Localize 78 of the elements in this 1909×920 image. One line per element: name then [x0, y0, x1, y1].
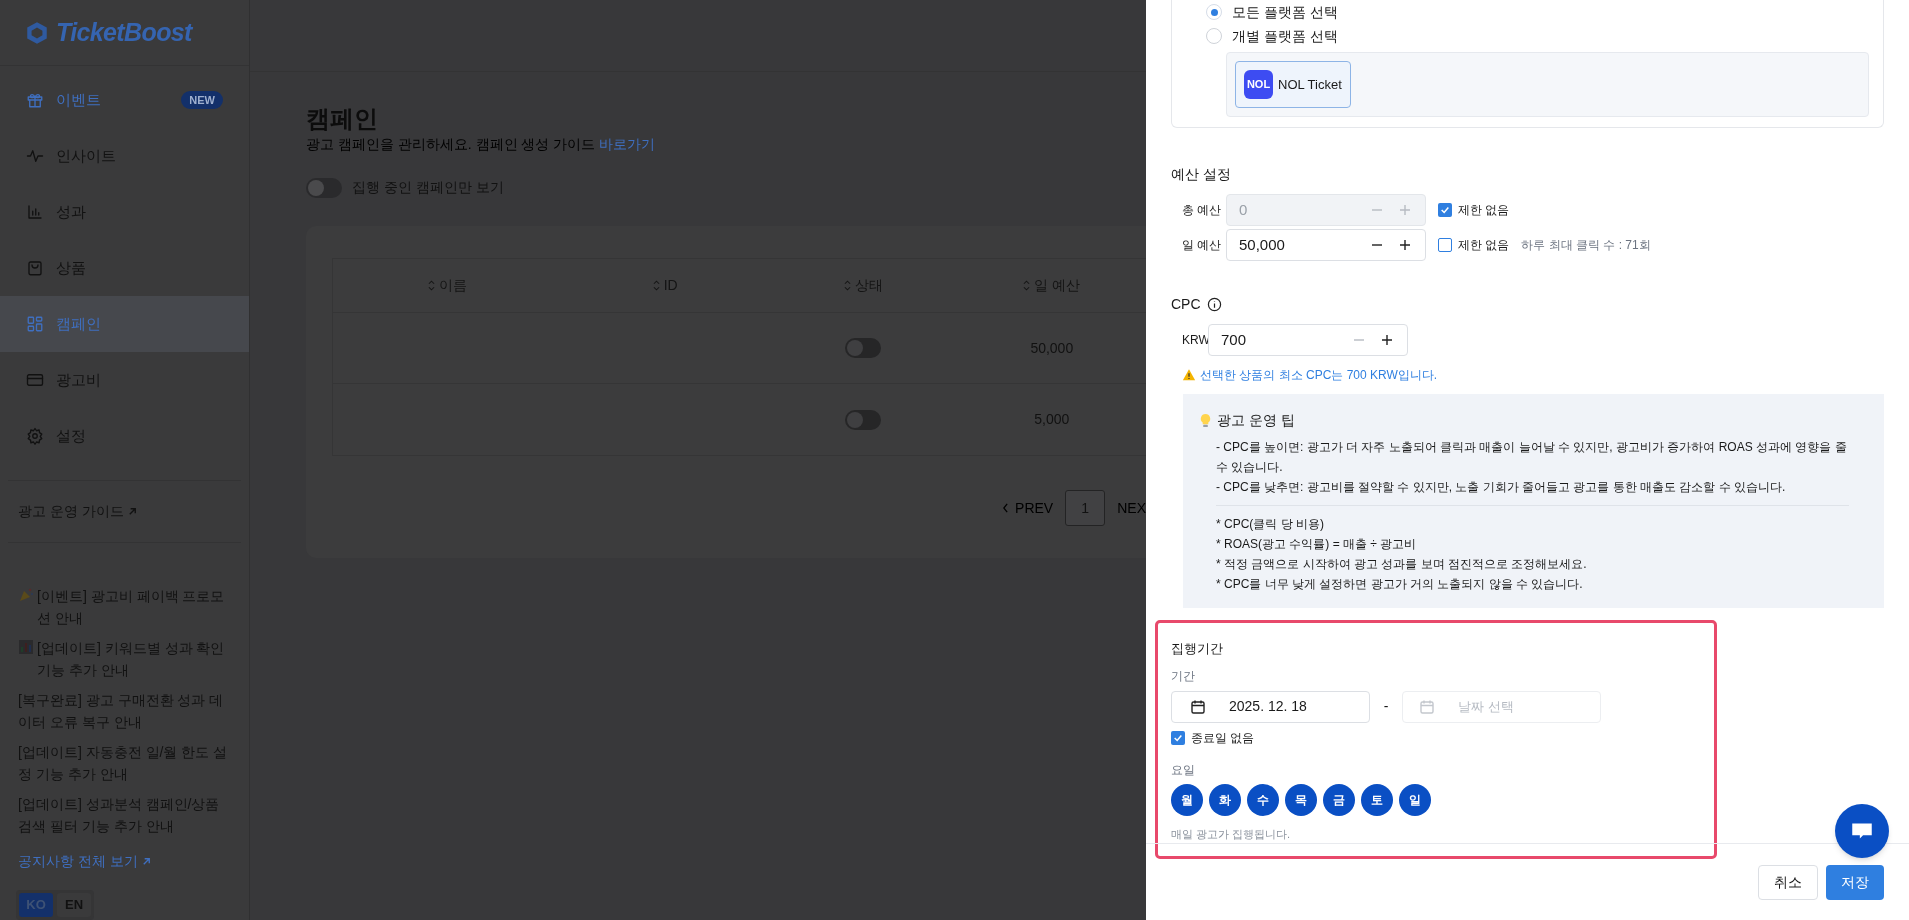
- toggle-switch[interactable]: [306, 177, 342, 198]
- calendar-icon: [1419, 698, 1435, 715]
- weekday-toggle[interactable]: 월: [1171, 783, 1203, 816]
- card-icon: [26, 371, 44, 389]
- start-date-field[interactable]: 2025. 12. 18: [1171, 690, 1370, 723]
- checkbox[interactable]: [1438, 238, 1452, 252]
- tip-text: - CPC를 낮추면: 광고비를 절약할 수 있지만, 노출 기회가 줄어들고 광고를 통한 매출도 감소할 수 있습니다.: [1216, 479, 1787, 496]
- tips-title: 광고 운영 팁: [1217, 411, 1295, 430]
- status-toggle[interactable]: [845, 338, 882, 358]
- chevron-left-icon: [1002, 503, 1010, 513]
- check-icon: [1173, 732, 1183, 743]
- next-button[interactable]: NEX: [1117, 497, 1146, 519]
- check-icon: [1440, 205, 1450, 215]
- weekday-toggle[interactable]: 목: [1285, 783, 1317, 816]
- party-popper-icon: [18, 587, 34, 603]
- prev-button[interactable]: PREV: [1002, 497, 1054, 519]
- click-limit-note: 하루 최대 클릭 수 : 71회: [1521, 237, 1651, 254]
- bar-chart-icon: [26, 203, 44, 221]
- tip-note: * CPC를 너무 낮게 설정하면 광고가 거의 노출되지 않을 수 있습니다.: [1216, 576, 1584, 593]
- field-label: 기간: [1171, 667, 1196, 685]
- warning-text: 선택한 상품의 최소 CPC는 700 KRW입니다.: [1200, 367, 1438, 384]
- all-notices-link[interactable]: 공지사항 전체 보기: [0, 851, 249, 872]
- platform-logo: NOL: [1244, 70, 1273, 99]
- radio-label: 모든 플랫폼 선택: [1232, 2, 1338, 22]
- sort-icon: [1023, 280, 1031, 291]
- pulse-icon: [26, 147, 44, 165]
- weekday-toggle[interactable]: 일: [1399, 783, 1431, 816]
- platform-name: NOL Ticket: [1278, 75, 1342, 94]
- range-separator: -: [1382, 697, 1390, 716]
- end-date-field[interactable]: 날짜 선택: [1402, 690, 1601, 723]
- weekday-toggle[interactable]: 화: [1209, 783, 1241, 816]
- sort-icon: [427, 280, 435, 291]
- number-field[interactable]: 50,000: [1226, 229, 1426, 261]
- chat-button[interactable]: [1835, 804, 1889, 858]
- status-toggle[interactable]: [845, 409, 882, 430]
- field-value: 0: [1239, 199, 1249, 220]
- section-title: CPC: [1171, 295, 1201, 314]
- tip-text: - CPC를 높이면: 광고가 더 자주 노출되어 클릭과 매출이 늘어날 수 있지만, 광고비가 증가하여 ROAS 성과에 영향을 줄 수 있습니다.: [1216, 439, 1848, 476]
- settings-icon: [26, 427, 44, 445]
- lightbulb-icon: [1198, 412, 1213, 429]
- sort-icon: [652, 280, 660, 291]
- warning-icon: [1182, 368, 1196, 382]
- field-value: 700: [1221, 329, 1248, 350]
- section-title: 예산 설정: [1171, 165, 1232, 184]
- brand-name: TicketBoost: [56, 16, 192, 48]
- sort-icon: [843, 280, 851, 291]
- weekday-toggle[interactable]: 금: [1323, 783, 1355, 816]
- field-label: 요일: [1171, 761, 1196, 779]
- guide-link[interactable]: 바로가기: [599, 136, 656, 152]
- gift-icon: [26, 91, 44, 109]
- info-icon[interactable]: [1206, 297, 1222, 312]
- tip-note: * CPC(클릭 당 비용): [1216, 516, 1325, 533]
- grid-icon: [26, 315, 44, 333]
- field-value: 50,000: [1239, 234, 1286, 255]
- bar-chart-icon: [18, 639, 34, 655]
- page-subtitle: 광고 캠페인을 관리하세요. 캠페인 생성 가이드 바로가기: [306, 135, 657, 154]
- weekday-toggle[interactable]: 수: [1247, 783, 1279, 816]
- platform-chip[interactable]: NOL NOL Ticket: [1235, 61, 1351, 108]
- calendar-icon: [1190, 698, 1206, 715]
- checkbox[interactable]: [1171, 730, 1185, 745]
- radio-label: 개별 플랫폼 선택: [1232, 26, 1338, 46]
- field-label: 총 예산: [1181, 202, 1223, 219]
- save-button[interactable]: 저장: [1826, 864, 1884, 900]
- nav-item[interactable]: 이벤트 NEW: [0, 72, 249, 128]
- section-title: 집행기간: [1171, 640, 1224, 658]
- field-label: 일 예산: [1181, 237, 1223, 254]
- checkbox-label: 제한 없음: [1458, 202, 1510, 219]
- tip-note: * 적정 금액으로 시작하여 광고 성과를 보며 점진적으로 조정해보세요.: [1216, 556, 1588, 573]
- tip-note: * ROAS(광고 수익률) = 매출 ÷ 광고비: [1216, 536, 1418, 553]
- new-badge: NEW: [181, 90, 223, 110]
- bag-icon: [26, 259, 44, 277]
- checkbox-label: 제한 없음: [1458, 237, 1510, 254]
- checkbox-label: 종료일 없음: [1191, 729, 1255, 747]
- schedule-hint: 매일 광고가 집행됩니다.: [1171, 826, 1292, 842]
- weekday-toggle[interactable]: 토: [1361, 783, 1393, 816]
- cancel-button[interactable]: 취소: [1758, 864, 1818, 900]
- logo-icon: [24, 19, 50, 46]
- nav-item[interactable]: 캠페인: [0, 296, 249, 352]
